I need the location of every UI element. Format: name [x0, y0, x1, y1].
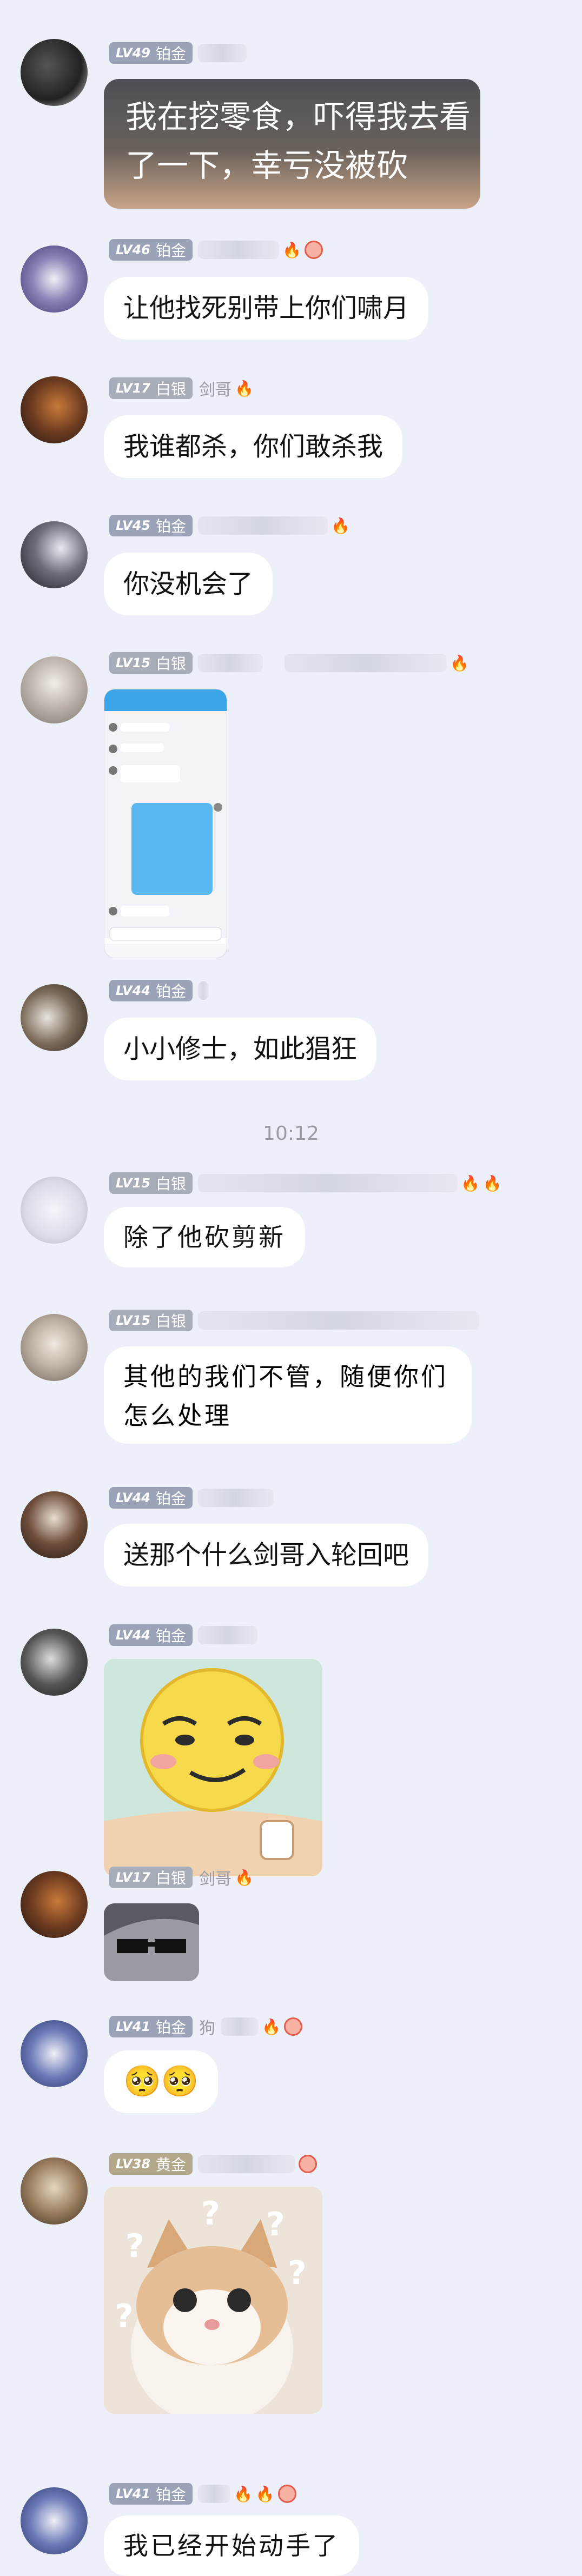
level-badge: LV38 黄金 [109, 2153, 193, 2175]
nickname: 狗 [199, 2019, 215, 2038]
message-bubble[interactable]: 让他找死别带上你们啸月 [104, 277, 429, 340]
level-badge: LV44 铂金 [109, 1624, 193, 1646]
nickname: 剑哥 [199, 1870, 232, 1889]
cat-question-sticker-image[interactable]: ? ? ? ? ? [104, 2187, 322, 2414]
chat-screenshot-graphic [104, 689, 227, 958]
level-badge: LV45 铂金 [109, 515, 193, 536]
svg-text:?: ? [288, 2254, 307, 2292]
emoji-bubble[interactable]: 🥺🥺 [104, 2050, 219, 2113]
sunglasses-sticker-image[interactable] [104, 1903, 199, 1981]
avatar[interactable] [21, 1871, 88, 1938]
level-badge: LV41 铂金 [109, 2016, 193, 2037]
fire-icon: 🔥 [234, 1868, 254, 1887]
nickname: 剑哥 [199, 381, 232, 400]
fire-icon: 🔥 [482, 1174, 502, 1192]
sunglasses-sticker-graphic [104, 1903, 199, 1981]
message-bubble[interactable]: 小小修士，如此猖狂 [104, 1018, 377, 1080]
level-badge: LV41 铂金 [109, 2483, 193, 2505]
smile-icon [283, 2017, 302, 2036]
avatar[interactable] [21, 1314, 88, 1381]
fire-icon: 🔥 [234, 379, 254, 397]
fire-icon: 🔥 [449, 654, 469, 672]
fire-icon: 🔥 [233, 2485, 253, 2503]
message-bubble[interactable]: 其他的我们不管，随便你们 怎么处理 [104, 1346, 472, 1444]
avatar[interactable] [21, 376, 88, 443]
level-badge: LV17 白银 [109, 377, 193, 399]
fire-icon: 🔥 [460, 1174, 480, 1192]
level-badge: LV49 铂金 [109, 42, 193, 64]
level-badge: LV46 铂金 [109, 239, 193, 261]
avatar[interactable] [21, 245, 88, 313]
fire-icon: 🔥 [261, 2017, 281, 2036]
chat-screenshot-image[interactable] [104, 689, 227, 958]
level-badge: LV44 铂金 [109, 1487, 193, 1509]
avatar[interactable] [21, 2157, 88, 2225]
avatar[interactable] [21, 656, 88, 723]
svg-text:?: ? [266, 2206, 285, 2243]
message-bubble[interactable]: 你没机会了 [104, 553, 273, 615]
message-bubble[interactable]: 送那个什么剑哥入轮回吧 [104, 1524, 429, 1586]
level-badge: LV44 铂金 [109, 980, 193, 1001]
avatar[interactable] [21, 1177, 88, 1244]
smile-icon [304, 241, 323, 259]
avatar[interactable] [21, 2020, 88, 2087]
level-badge: LV15 白银 [109, 1310, 193, 1331]
avatar[interactable] [21, 1629, 88, 1696]
fire-icon: 🔥 [330, 516, 350, 535]
fire-icon: 🔥 [255, 2485, 275, 2503]
meme-text-bubble[interactable]: 我在挖零食，吓得我去看 了一下，幸亏没被砍 [104, 79, 480, 209]
meme-text-line: 了一下，幸亏没被砍 [125, 147, 408, 184]
message-bubble[interactable]: 我已经开始动手了 [104, 2515, 359, 2576]
message-bubble[interactable]: 我谁都杀，你们敢杀我 [104, 415, 403, 478]
level-badge: LV17 白银 [109, 1867, 193, 1888]
level-badge: LV15 白银 [109, 1172, 193, 1194]
fire-icon: 🔥 [282, 241, 301, 259]
smirk-sticker-graphic [104, 1659, 322, 1876]
avatar[interactable] [21, 39, 88, 106]
avatar[interactable] [21, 521, 88, 588]
avatar[interactable] [21, 2487, 88, 2554]
message-bubble[interactable]: 除了他砍剪新 [104, 1207, 305, 1267]
level-badge: LV15 白银 [109, 652, 193, 674]
avatar[interactable] [21, 984, 88, 1051]
timestamp: 10:12 [263, 1123, 319, 1145]
smile-icon [298, 2155, 317, 2173]
svg-text:?: ? [125, 2227, 144, 2265]
cat-question-sticker-graphic: ? ? ? ? ? [104, 2187, 322, 2414]
meme-text-line: 我在挖零食，吓得我去看 [125, 98, 471, 135]
smile-icon [277, 2485, 296, 2503]
avatar[interactable] [21, 1491, 88, 1558]
svg-text:?: ? [201, 2195, 220, 2233]
smirk-sticker-image[interactable] [104, 1659, 322, 1876]
svg-text:?: ? [115, 2298, 134, 2335]
